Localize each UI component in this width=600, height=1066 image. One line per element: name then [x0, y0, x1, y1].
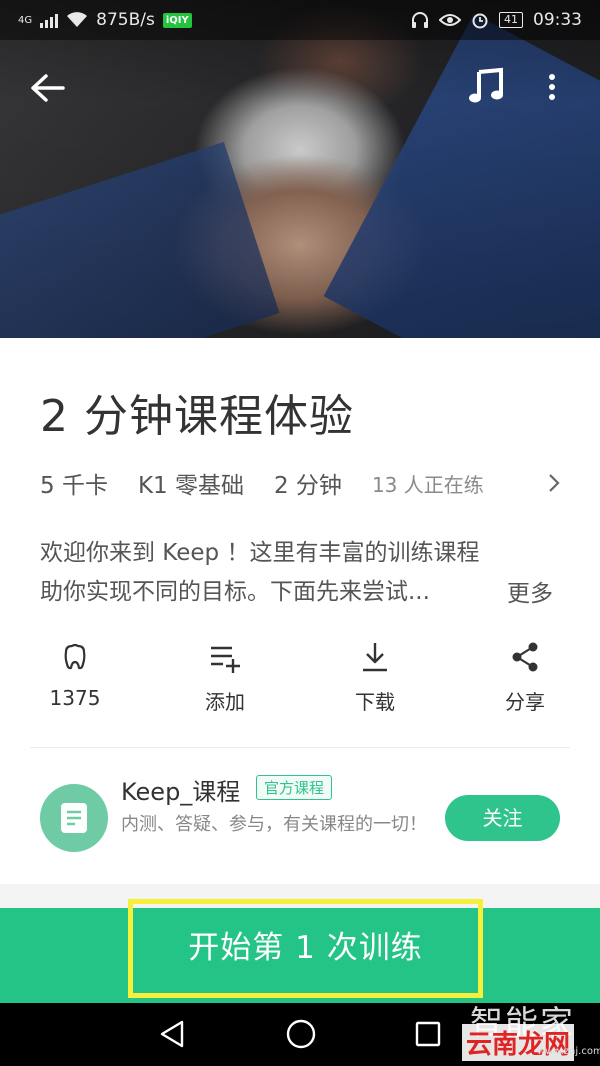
wifi-icon [67, 12, 88, 27]
eye-icon [439, 14, 461, 26]
live-trainees-count[interactable]: 13 人正在练 [372, 469, 484, 498]
hero-image [0, 0, 600, 338]
watermark-url: www.znj.com [537, 1046, 600, 1057]
network-type: 4G [18, 15, 33, 26]
music-note-icon [469, 67, 503, 103]
author-description: 内测、答疑、参与，有关课程的一切！ [121, 814, 427, 835]
course-meta: 5 千卡 K1 零基础 2 分钟 13 人正在练 [40, 468, 484, 500]
add-label: 添加 [205, 690, 245, 714]
hero-overlay [0, 0, 600, 338]
back-button[interactable] [28, 68, 68, 108]
share-icon [512, 642, 538, 672]
duration: 2 分钟 [273, 473, 342, 499]
difficulty-level: K1 零基础 [137, 473, 244, 499]
author-avatar[interactable] [40, 784, 108, 852]
signal-icon [40, 12, 59, 28]
divider [30, 747, 570, 748]
course-description: 欢迎你来到 Keep ！这里有丰富的训练课程 助你实现不同的目标。下面先来尝试.… [40, 534, 560, 612]
add-to-list-button[interactable]: 添加 [175, 640, 275, 715]
download-label: 下载 [355, 690, 395, 714]
description-line-1: 欢迎你来到 Keep ！这里有丰富的训练课程 [40, 540, 480, 566]
description-line-2: 助你实现不同的目标。下面先来尝试... [40, 579, 430, 605]
follow-button[interactable]: 关注 [445, 795, 560, 841]
share-button[interactable]: 分享 [475, 640, 575, 715]
network-speed: 875B/s [96, 10, 155, 30]
nav-back-button[interactable] [158, 1019, 186, 1049]
clock: 09:33 [533, 10, 582, 30]
download-button[interactable]: 下载 [325, 640, 425, 715]
thumbs-up-icon [64, 643, 86, 670]
chevron-right-icon [549, 474, 560, 492]
more-link[interactable]: 更多 [507, 574, 553, 608]
app-notification-icon: iQIY [162, 12, 192, 28]
course-title: 2 分钟课程体验 [40, 391, 354, 442]
like-count: 1375 [49, 686, 101, 710]
battery-icon: 41 [499, 12, 523, 28]
share-label: 分享 [505, 690, 545, 714]
more-vertical-icon [549, 74, 555, 100]
music-button[interactable] [466, 66, 506, 106]
circle-home-icon [286, 1019, 316, 1049]
live-trainees-chevron[interactable] [544, 472, 564, 494]
triangle-back-icon [160, 1020, 184, 1048]
like-button[interactable]: 1375 [25, 640, 125, 710]
download-icon [363, 643, 387, 672]
calories: 5 千卡 [40, 473, 108, 499]
nav-home-button[interactable] [285, 1018, 317, 1050]
alarm-icon [472, 13, 488, 29]
official-course-badge: 官方课程 [256, 775, 333, 800]
action-row: 1375 添加 下载 分享 [0, 640, 600, 730]
more-options-button[interactable] [540, 68, 564, 108]
arrow-left-icon [31, 74, 65, 102]
add-list-icon [211, 646, 240, 673]
document-icon [61, 803, 87, 833]
status-bar: 4G 875B/s iQIY 41 09:33 [0, 0, 600, 40]
author-name[interactable]: Keep_课程 [121, 772, 240, 807]
headphones-icon [412, 12, 428, 28]
nav-recent-button[interactable] [414, 1020, 442, 1048]
start-training-button[interactable]: 开始第 1 次训练 [128, 899, 483, 998]
square-recent-icon [415, 1021, 441, 1047]
